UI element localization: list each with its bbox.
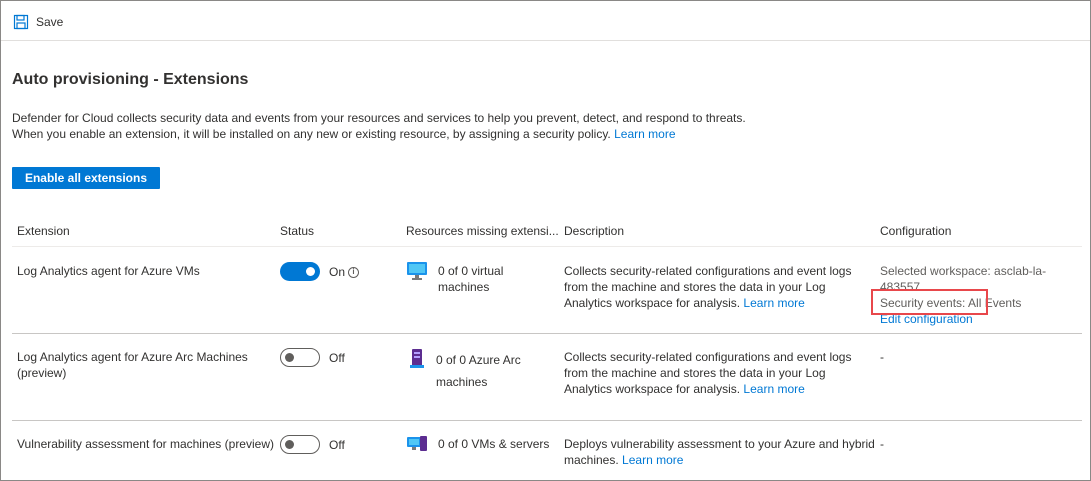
status-label: On i [329, 264, 360, 280]
highlight-box [871, 289, 988, 315]
extensions-table: Extension Status Resources missing exten… [12, 215, 1082, 481]
header-extension[interactable]: Extension [17, 224, 70, 238]
configuration-cell: - [880, 350, 884, 364]
save-button[interactable]: Save [13, 14, 63, 30]
resources-cell: 0 of 0 VMs & servers [406, 436, 556, 454]
status-label: Off [329, 437, 345, 452]
table-row: Log Analytics agent for Azure Arc Machin… [12, 334, 1082, 421]
description-cell: Collects security-related configurations… [564, 349, 876, 397]
table-header: Extension Status Resources missing exten… [12, 215, 1082, 247]
azure-arc-server-icon [410, 349, 424, 368]
learn-more-link[interactable]: Learn more [614, 127, 675, 141]
save-label: Save [36, 15, 64, 29]
extension-name: Log Analytics agent for Azure Arc Machin… [17, 350, 248, 380]
enable-all-extensions-button[interactable]: Enable all extensions [12, 167, 160, 189]
page-title: Auto provisioning - Extensions [12, 71, 249, 88]
description-text: Deploys vulnerability assessment to your… [564, 437, 875, 467]
status-toggle[interactable] [280, 348, 320, 367]
description-line-2-text: When you enable an extension, it will be… [12, 127, 611, 141]
configuration-cell: - [880, 437, 884, 451]
description-text: Collects security-related configurations… [564, 350, 852, 396]
header-status[interactable]: Status [280, 224, 314, 238]
learn-more-link[interactable]: Learn more [743, 296, 804, 310]
status-cell: On i [280, 262, 360, 281]
status-cell: Off [280, 348, 345, 367]
description-cell: Collects security-related configurations… [564, 263, 876, 311]
status-toggle[interactable] [280, 262, 320, 281]
info-icon[interactable]: i [348, 266, 360, 278]
description-cell: Deploys vulnerability assessment to your… [564, 436, 876, 468]
floppy-disk-icon [13, 14, 29, 30]
status-text: On [329, 264, 346, 279]
description-line-2: When you enable an extension, it will be… [12, 126, 1012, 142]
header-resources[interactable]: Resources missing extensi... [406, 224, 559, 238]
header-configuration[interactable]: Configuration [880, 224, 951, 238]
page-description: Defender for Cloud collects security dat… [12, 110, 1012, 142]
resources-count[interactable]: 0 of 0 Azure Arc machines [436, 349, 556, 393]
extension-name: Vulnerability assessment for machines (p… [17, 437, 274, 451]
learn-more-link[interactable]: Learn more [743, 382, 804, 396]
table-row: Log Analytics agent for Azure VMs On i 0 … [12, 247, 1082, 334]
resources-cell: 0 of 0 virtual machines [406, 262, 556, 295]
vms-and-servers-icon [407, 436, 427, 451]
toolbar: Save [1, 1, 1090, 41]
status-toggle[interactable] [280, 435, 320, 454]
table-row: Vulnerability assessment for machines (p… [12, 421, 1082, 481]
resources-count[interactable]: 0 of 0 VMs & servers [438, 436, 549, 452]
extension-name: Log Analytics agent for Azure VMs [17, 264, 200, 278]
resources-count[interactable]: 0 of 0 virtual machines [438, 263, 556, 295]
learn-more-link[interactable]: Learn more [622, 453, 683, 467]
resources-cell: 0 of 0 Azure Arc machines [406, 349, 556, 393]
status-cell: Off [280, 435, 345, 454]
header-description[interactable]: Description [564, 224, 624, 238]
description-text: Collects security-related configurations… [564, 264, 852, 310]
virtual-machine-icon [407, 262, 427, 280]
status-label: Off [329, 350, 345, 365]
description-line-1: Defender for Cloud collects security dat… [12, 111, 746, 125]
